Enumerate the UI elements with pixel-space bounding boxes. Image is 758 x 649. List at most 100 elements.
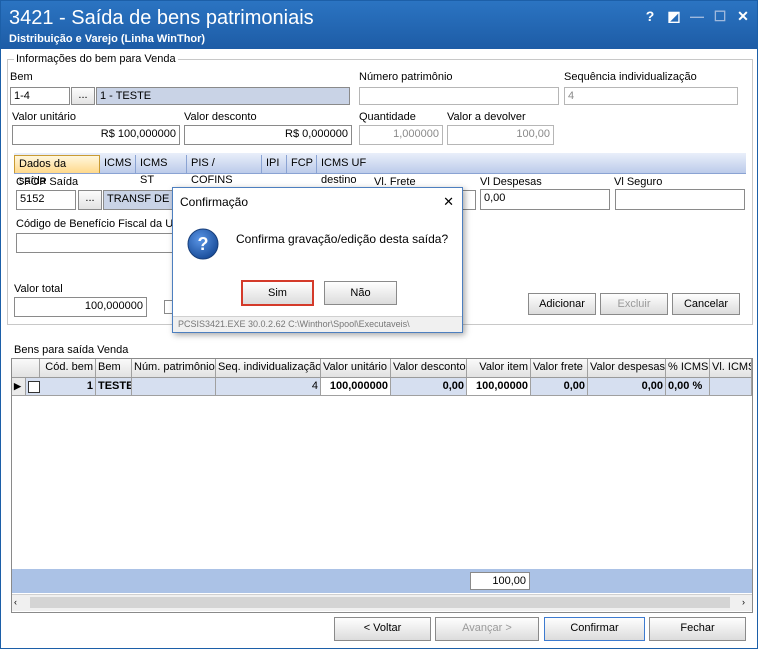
title-bar: 3421 - Saída de bens patrimoniais Distri… xyxy=(1,1,757,49)
cell-bem: TESTE xyxy=(96,378,132,395)
horizontal-scrollbar[interactable]: ‹ › xyxy=(12,594,752,611)
dialog-title: Confirmação xyxy=(180,195,249,209)
excluir-button[interactable]: Excluir xyxy=(600,293,668,315)
valor-unitario-label: Valor unitário xyxy=(12,111,76,123)
grid-col-valor-item[interactable]: Valor item xyxy=(467,359,531,377)
bem-search-button[interactable]: ... xyxy=(71,87,95,105)
restore-icon[interactable]: ◩ xyxy=(665,7,683,25)
tab-dados-saida[interactable]: Dados da saída xyxy=(14,155,100,187)
grid-col-valor-despesas[interactable]: Valor despesas xyxy=(588,359,666,377)
cell-cod-bem: 1 xyxy=(40,378,96,395)
bem-code-input[interactable]: 1-4 xyxy=(10,87,70,105)
valor-desconto-input[interactable]: R$ 0,000000 xyxy=(184,125,352,145)
valor-desconto-label: Valor desconto xyxy=(184,111,257,123)
sim-button[interactable]: Sim xyxy=(241,280,314,306)
help-icon[interactable]: ? xyxy=(641,7,659,25)
grid-col-num-patrimonio[interactable]: Núm. patrimônio xyxy=(132,359,216,377)
avancar-button[interactable]: Avançar > xyxy=(435,617,539,641)
maximize-icon[interactable]: ☐ xyxy=(711,7,729,25)
grid-col-vl-icms[interactable]: Vl. ICMS xyxy=(710,359,752,377)
grid-col-perc-icms[interactable]: % ICMS xyxy=(666,359,710,377)
cell-valor-item: 100,00000 xyxy=(467,378,531,395)
cell-seq: 4 xyxy=(216,378,321,395)
cell-valor-frete: 0,00 xyxy=(531,378,588,395)
confirmar-button[interactable]: Confirmar xyxy=(544,617,645,641)
form-content: Informações do bem para Venda Bem 1-4 ..… xyxy=(4,49,754,645)
tab-ipi[interactable]: IPI xyxy=(262,155,287,173)
bem-label: Bem xyxy=(10,71,33,83)
grid-total-field: 100,00 xyxy=(470,572,530,590)
vl-seguro-label: Vl Seguro xyxy=(614,176,663,188)
cell-valor-despesas: 0,00 xyxy=(588,378,666,395)
tab-fcp[interactable]: FCP xyxy=(287,155,317,173)
dialog-title-bar: Confirmação ✕ xyxy=(173,188,462,216)
tab-pis-cofins[interactable]: PIS / COFINS xyxy=(187,155,262,186)
tab-icms[interactable]: ICMS xyxy=(100,155,136,173)
cell-vl-icms xyxy=(710,378,752,395)
fechar-button[interactable]: Fechar xyxy=(649,617,746,641)
valor-devolver-label: Valor a devolver xyxy=(447,111,526,123)
grid-col-valor-unitario[interactable]: Valor unitário xyxy=(321,359,391,377)
scroll-right-icon[interactable]: › xyxy=(742,597,745,607)
grid-col-valor-frete[interactable]: Valor frete xyxy=(531,359,588,377)
cfop-label: CFOP Saída xyxy=(16,176,79,188)
items-grid: Cód. bem Bem Núm. patrimônio Seq. indivi… xyxy=(11,358,753,613)
window-title: 3421 - Saída de bens patrimoniais xyxy=(9,7,314,29)
vl-despesas-input[interactable]: 0,00 xyxy=(480,189,610,210)
vl-seguro-input[interactable] xyxy=(615,189,745,210)
question-icon: ? xyxy=(187,228,219,260)
scroll-thumb[interactable] xyxy=(30,597,730,608)
cell-num-patrimonio xyxy=(132,378,216,395)
grid-col-bem[interactable]: Bem xyxy=(96,359,132,377)
cell-perc-icms: 0,00 % xyxy=(666,378,710,395)
voltar-button[interactable]: < Voltar xyxy=(334,617,431,641)
svg-text:?: ? xyxy=(198,234,209,254)
dialog-status-bar: PCSIS3421.EXE 30.0.2.62 C:\Winthor\Spool… xyxy=(173,316,462,332)
codigo-beneficio-label: Código de Benefício Fiscal da UF xyxy=(16,218,180,230)
info-group-label: Informações do bem para Venda xyxy=(14,53,178,65)
cell-valor-unitario: 100,000000 xyxy=(321,378,391,395)
bem-desc-field: 1 - TESTE xyxy=(96,87,350,105)
dialog-close-icon[interactable]: ✕ xyxy=(443,194,454,210)
close-icon[interactable]: ✕ xyxy=(734,7,752,25)
tab-bar: Dados da saída ICMS ICMS ST PIS / COFINS… xyxy=(14,153,746,187)
dialog-body: ? Confirma gravação/edição desta saída? … xyxy=(173,216,462,316)
table-row[interactable]: ▶ 1 TESTE 4 100,000000 0,00 100,00000 0,… xyxy=(12,378,752,396)
numero-patrimonio-label: Número patrimônio xyxy=(359,71,453,83)
cfop-code-input[interactable]: 5152 xyxy=(16,190,76,210)
tab-icms-uf-destino[interactable]: ICMS UF destino xyxy=(317,155,405,186)
numero-patrimonio-input[interactable] xyxy=(359,87,559,105)
vl-despesas-label: Vl Despesas xyxy=(480,176,542,188)
sequencia-input[interactable]: 4 xyxy=(564,87,738,105)
grid-header-indicator xyxy=(12,359,40,377)
cancelar-button[interactable]: Cancelar xyxy=(672,293,740,315)
grid-col-cod-bem[interactable]: Cód. bem xyxy=(40,359,96,377)
codigo-beneficio-input[interactable] xyxy=(16,233,176,253)
tab-icms-st[interactable]: ICMS ST xyxy=(136,155,187,186)
window-subtitle: Distribuição e Varejo (Linha WinThor) xyxy=(9,33,206,45)
nao-button[interactable]: Não xyxy=(324,281,397,305)
grid-group-label: Bens para saída Venda xyxy=(14,344,129,356)
grid-col-seq-individualizacao[interactable]: Seq. individualização xyxy=(216,359,321,377)
quantidade-label: Quantidade xyxy=(359,111,416,123)
cfop-search-button[interactable]: ... xyxy=(78,190,102,210)
valor-devolver-input[interactable]: 100,00 xyxy=(447,125,554,145)
sequencia-label: Sequência individualização xyxy=(564,71,697,83)
row-checkbox[interactable] xyxy=(28,381,40,393)
quantidade-input[interactable]: 1,000000 xyxy=(359,125,443,145)
grid-footer: 100,00 xyxy=(12,569,752,593)
row-indicator: ▶ xyxy=(12,378,26,395)
cell-valor-desconto: 0,00 xyxy=(391,378,467,395)
valor-unitario-input[interactable]: R$ 100,000000 xyxy=(12,125,180,145)
minimize-icon[interactable]: — xyxy=(688,7,706,25)
grid-header: Cód. bem Bem Núm. patrimônio Seq. indivi… xyxy=(12,359,752,378)
valor-total-input[interactable]: 100,000000 xyxy=(14,297,147,317)
cfop-desc-field: TRANSF DE ME xyxy=(103,190,179,210)
main-window: 3421 - Saída de bens patrimoniais Distri… xyxy=(0,0,758,649)
adicionar-button[interactable]: Adicionar xyxy=(528,293,596,315)
dialog-message: Confirma gravação/edição desta saída? xyxy=(236,232,449,246)
valor-total-label: Valor total xyxy=(14,283,63,295)
confirm-dialog: Confirmação ✕ ? Confirma gravação/edição… xyxy=(172,187,463,333)
scroll-left-icon[interactable]: ‹ xyxy=(14,597,17,607)
grid-col-valor-desconto[interactable]: Valor desconto xyxy=(391,359,467,377)
